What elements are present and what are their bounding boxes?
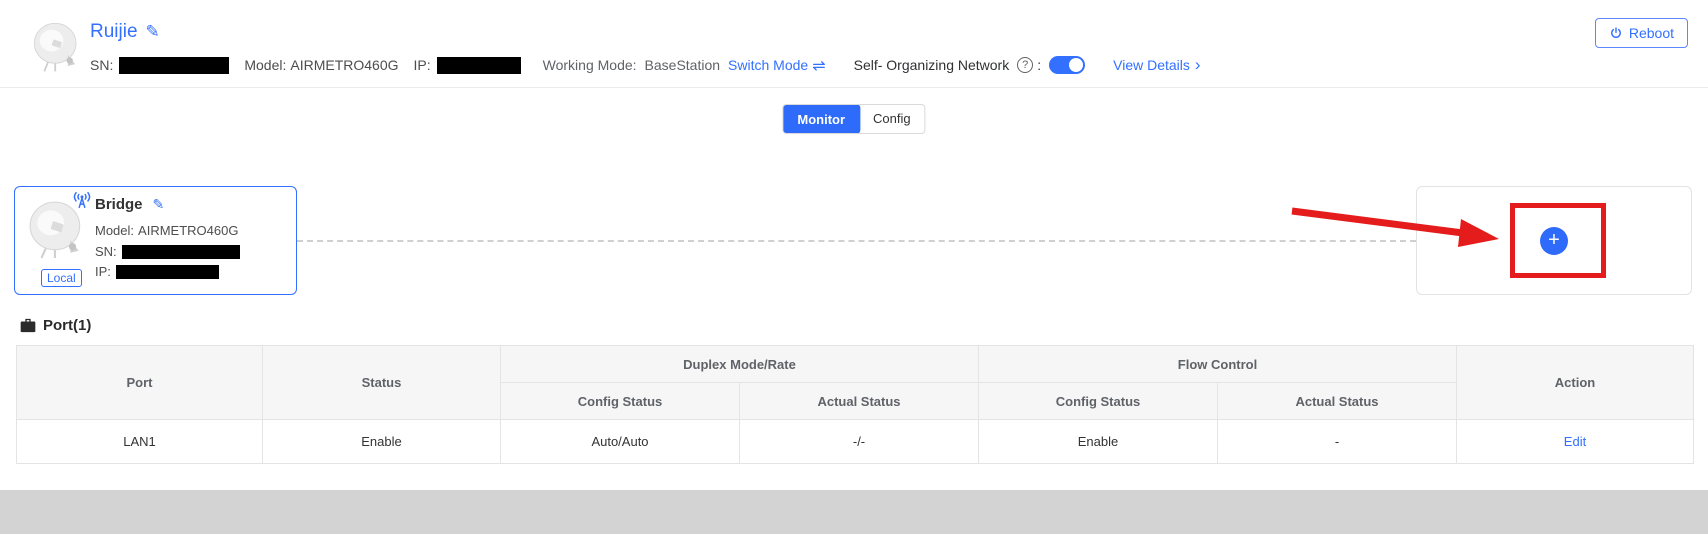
column-header-status: Status [263,346,501,420]
cell-duplex-config: Auto/Auto [501,420,740,464]
topology-connector-line [297,240,1416,242]
column-header-flow-actual-status: Actual Status [1218,383,1457,420]
bridge-sn-redacted-value [122,245,240,259]
bridge-model-label: Model: [95,223,134,238]
power-icon [1609,26,1623,40]
device-name: Ruijie [90,21,138,42]
column-header-duplex-config-status: Config Status [501,383,740,420]
footer-strip [0,490,1708,534]
son-toggle-knob [1069,58,1083,72]
cell-duplex-actual: -/- [740,420,979,464]
son-toggle[interactable] [1049,56,1085,74]
model-value: AIRMETRO460G [290,57,398,73]
cell-status: Enable [263,420,501,464]
switch-mode-link[interactable]: Switch Mode [728,57,808,73]
column-header-port: Port [17,346,263,420]
working-mode-value: BaseStation [645,57,721,73]
bridge-sn-row: SN: [95,244,240,259]
port-table-group-header-row: Port Status Duplex Mode/Rate Flow Contro… [17,346,1694,383]
add-device-panel: + [1416,186,1692,295]
cell-flow-config: Enable [979,420,1218,464]
column-header-duplex-actual-status: Actual Status [740,383,979,420]
bridge-sn-label: SN: [95,244,117,259]
sn-redacted-value [119,57,229,74]
ip-redacted-value [437,57,521,74]
cell-action: Edit [1457,420,1694,464]
port-table: Port Status Duplex Mode/Rate Flow Contro… [16,345,1694,464]
bridge-name: Bridge [95,196,143,213]
tab-config[interactable]: Config [859,105,925,133]
device-info-row: SN: Model: AIRMETRO460G IP: Working Mode… [90,55,1201,75]
bridge-ip-label: IP: [95,264,111,279]
page-title: Ruijie ✎ [90,21,160,43]
bridge-ip-row: IP: [95,264,219,279]
table-row: LAN1 Enable Auto/Auto -/- Enable - Edit [17,420,1694,464]
ip-label: IP: [414,57,431,73]
column-header-flow-group: Flow Control [979,346,1457,383]
bridge-device-card[interactable]: Bridge ✎ Model: AIRMETRO460G SN: IP: Loca… [14,186,297,295]
device-dish-image [28,18,86,74]
edit-bridge-name-icon[interactable]: ✎ [153,196,165,212]
column-header-duplex-group: Duplex Mode/Rate [501,346,979,383]
working-mode-label: Working Mode: [543,57,637,73]
page: Ruijie ✎ SN: Model: AIRMETRO460G IP: Work… [0,0,1708,534]
port-section-title: Port(1) [43,317,91,334]
cell-port: LAN1 [17,420,263,464]
bridge-ip-redacted-value [116,265,219,279]
edit-device-name-icon[interactable]: ✎ [146,22,160,41]
bridge-card-title: Bridge ✎ [95,196,164,213]
column-header-action: Action [1457,346,1694,420]
sn-label: SN: [90,57,113,73]
edit-port-link[interactable]: Edit [1564,434,1586,449]
chevron-right-icon[interactable]: › [1195,58,1201,72]
briefcase-icon [20,318,36,333]
cell-flow-actual: - [1218,420,1457,464]
view-details-link[interactable]: View Details [1113,57,1190,73]
switch-mode-swap-icon[interactable]: ⇌ [812,56,825,75]
tab-monitor[interactable]: Monitor [782,104,860,134]
reboot-label: Reboot [1629,25,1674,41]
monitor-config-tabs: Monitor Config [782,104,925,134]
radio-signal-icon [71,189,93,211]
help-icon[interactable]: ? [1017,57,1033,73]
port-section-heading: Port(1) [20,317,91,334]
column-header-flow-config-status: Config Status [979,383,1218,420]
local-badge: Local [41,269,82,287]
son-label: Self- Organizing Network [854,57,1010,73]
model-label: Model: [244,57,286,73]
bridge-model-row: Model: AIRMETRO460G [95,223,238,238]
reboot-button[interactable]: Reboot [1595,18,1688,48]
bridge-model-value: AIRMETRO460G [138,223,238,238]
son-colon: : [1037,57,1041,73]
device-header: Ruijie ✎ SN: Model: AIRMETRO460G IP: Work… [0,0,1708,88]
add-device-button[interactable]: + [1540,227,1568,255]
